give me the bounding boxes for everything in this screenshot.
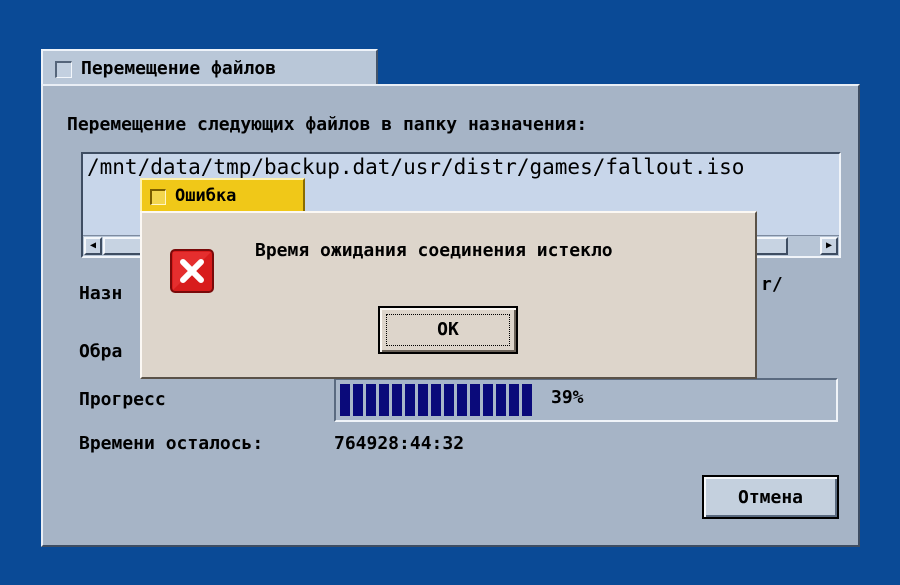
error-dialog: Время ожидания соединения истекло OK	[140, 211, 757, 379]
error-window-menu-checkbox[interactable]	[150, 189, 166, 205]
ok-button-label: OK	[437, 319, 459, 340]
ok-button[interactable]: OK	[378, 306, 518, 354]
error-message: Время ожидания соединения истекло	[255, 240, 613, 261]
progress-percent: 39%	[551, 387, 584, 408]
error-dialog-title-tab[interactable]: Ошибка	[140, 178, 305, 213]
progress-label: Прогресс	[79, 389, 166, 410]
scroll-right-icon[interactable]: ▶	[820, 237, 838, 255]
processing-label: Обра	[79, 341, 123, 362]
time-remaining-label: Времени осталось:	[79, 433, 264, 454]
time-remaining-value: 764928:44:32	[334, 433, 465, 454]
progress-bar-fill	[340, 384, 532, 416]
main-window-title-tab[interactable]: Перемещение файлов	[41, 49, 378, 86]
destination-label: Назн	[79, 283, 123, 304]
error-dialog-title: Ошибка	[175, 186, 237, 206]
main-window-title: Перемещение файлов	[81, 58, 277, 79]
files-header-label: Перемещение следующих файлов в папку наз…	[67, 114, 588, 135]
destination-value: r/	[761, 274, 783, 295]
error-x-icon	[170, 249, 214, 293]
window-menu-checkbox[interactable]	[55, 61, 72, 78]
file-list-item[interactable]: /mnt/data/tmp/backup.dat/usr/distr/games…	[87, 155, 744, 179]
scroll-left-icon[interactable]: ◀	[84, 237, 102, 255]
progress-bar: 39%	[334, 378, 838, 422]
cancel-button[interactable]: Отмена	[702, 475, 839, 519]
